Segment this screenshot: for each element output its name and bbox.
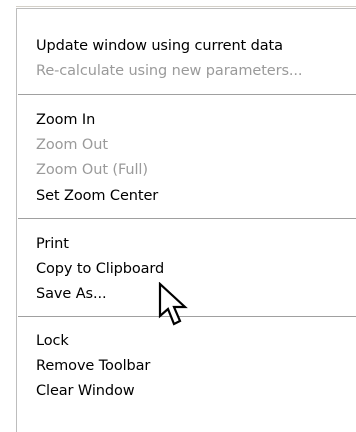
menu-separator	[18, 94, 356, 96]
arrow-pointer-icon	[158, 282, 188, 326]
menu-item-zoom-out-full[interactable]: Zoom Out (Full)	[36, 159, 148, 181]
menu-item-zoom-out[interactable]: Zoom Out	[36, 134, 108, 156]
menu-top-border	[16, 6, 356, 7]
menu-item-lock[interactable]: Lock	[36, 330, 69, 352]
menu-item-zoom-in[interactable]: Zoom In	[36, 109, 95, 131]
menu-separator	[18, 218, 356, 220]
menu-item-set-zoom-center[interactable]: Set Zoom Center	[36, 185, 158, 207]
menu-item-clear-window[interactable]: Clear Window	[36, 380, 135, 402]
menu-item-recalculate[interactable]: Re-calculate using new parameters...	[36, 60, 303, 82]
menu-item-remove-toolbar[interactable]: Remove Toolbar	[36, 355, 150, 377]
menu-item-update-window[interactable]: Update window using current data	[36, 35, 283, 57]
menu-item-copy-to-clipboard[interactable]: Copy to Clipboard	[36, 258, 164, 280]
menu-item-save-as[interactable]: Save As...	[36, 283, 107, 305]
menu-item-print[interactable]: Print	[36, 233, 69, 255]
